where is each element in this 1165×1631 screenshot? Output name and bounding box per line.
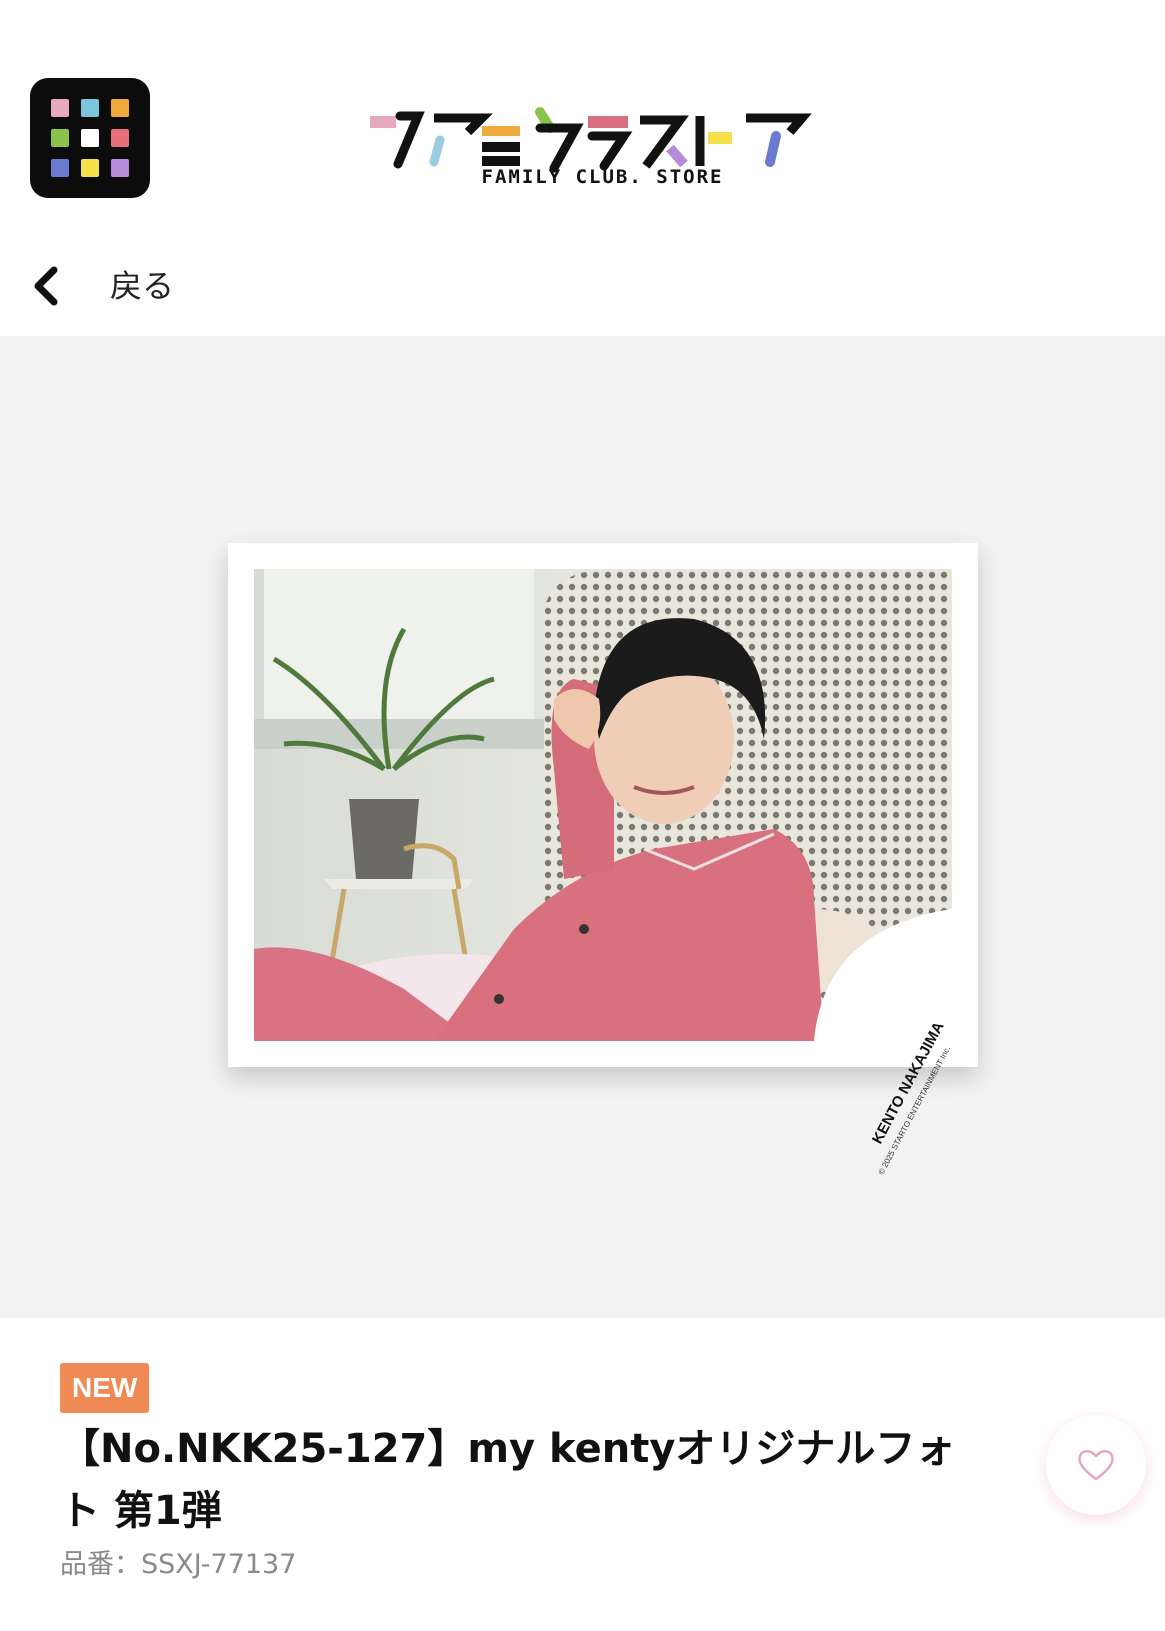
menu-grid-cell (51, 159, 69, 177)
new-badge: NEW (60, 1363, 150, 1413)
product-title: 【No.NKK25-127】my kentyオリジナルフォト 第1弾 (60, 1426, 956, 1534)
menu-grid-cell (81, 99, 99, 117)
photo-image (254, 569, 952, 1041)
logo-subtitle: FAMILY CLUB. STORE (481, 166, 724, 188)
site-header: FAMILY CLUB. STORE 戻る (0, 0, 1165, 306)
favorite-button[interactable] (1046, 1415, 1146, 1515)
menu-grid-cell (51, 99, 69, 117)
menu-grid-cell (111, 159, 129, 177)
menu-grid-icon[interactable] (30, 78, 150, 198)
menu-grid-cell (111, 99, 129, 117)
product-photo[interactable]: KENTO NAKAJIMA © 2025 STARTO ENTERTAINME… (228, 543, 978, 1176)
menu-grid-cell (51, 129, 69, 147)
product-image-area: KENTO NAKAJIMA © 2025 STARTO ENTERTAINME… (0, 336, 1165, 1318)
menu-grid-cell (111, 129, 129, 147)
menu-grid-cell (81, 159, 99, 177)
heart-icon[interactable] (1076, 1445, 1116, 1485)
product-sku: 品番：SSXJ-77137 (60, 1549, 297, 1580)
chevron-left-icon[interactable] (28, 264, 64, 308)
back-label[interactable]: 戻る (110, 264, 174, 308)
menu-grid-cell (81, 129, 99, 147)
back-link[interactable]: 戻る (0, 240, 1165, 336)
